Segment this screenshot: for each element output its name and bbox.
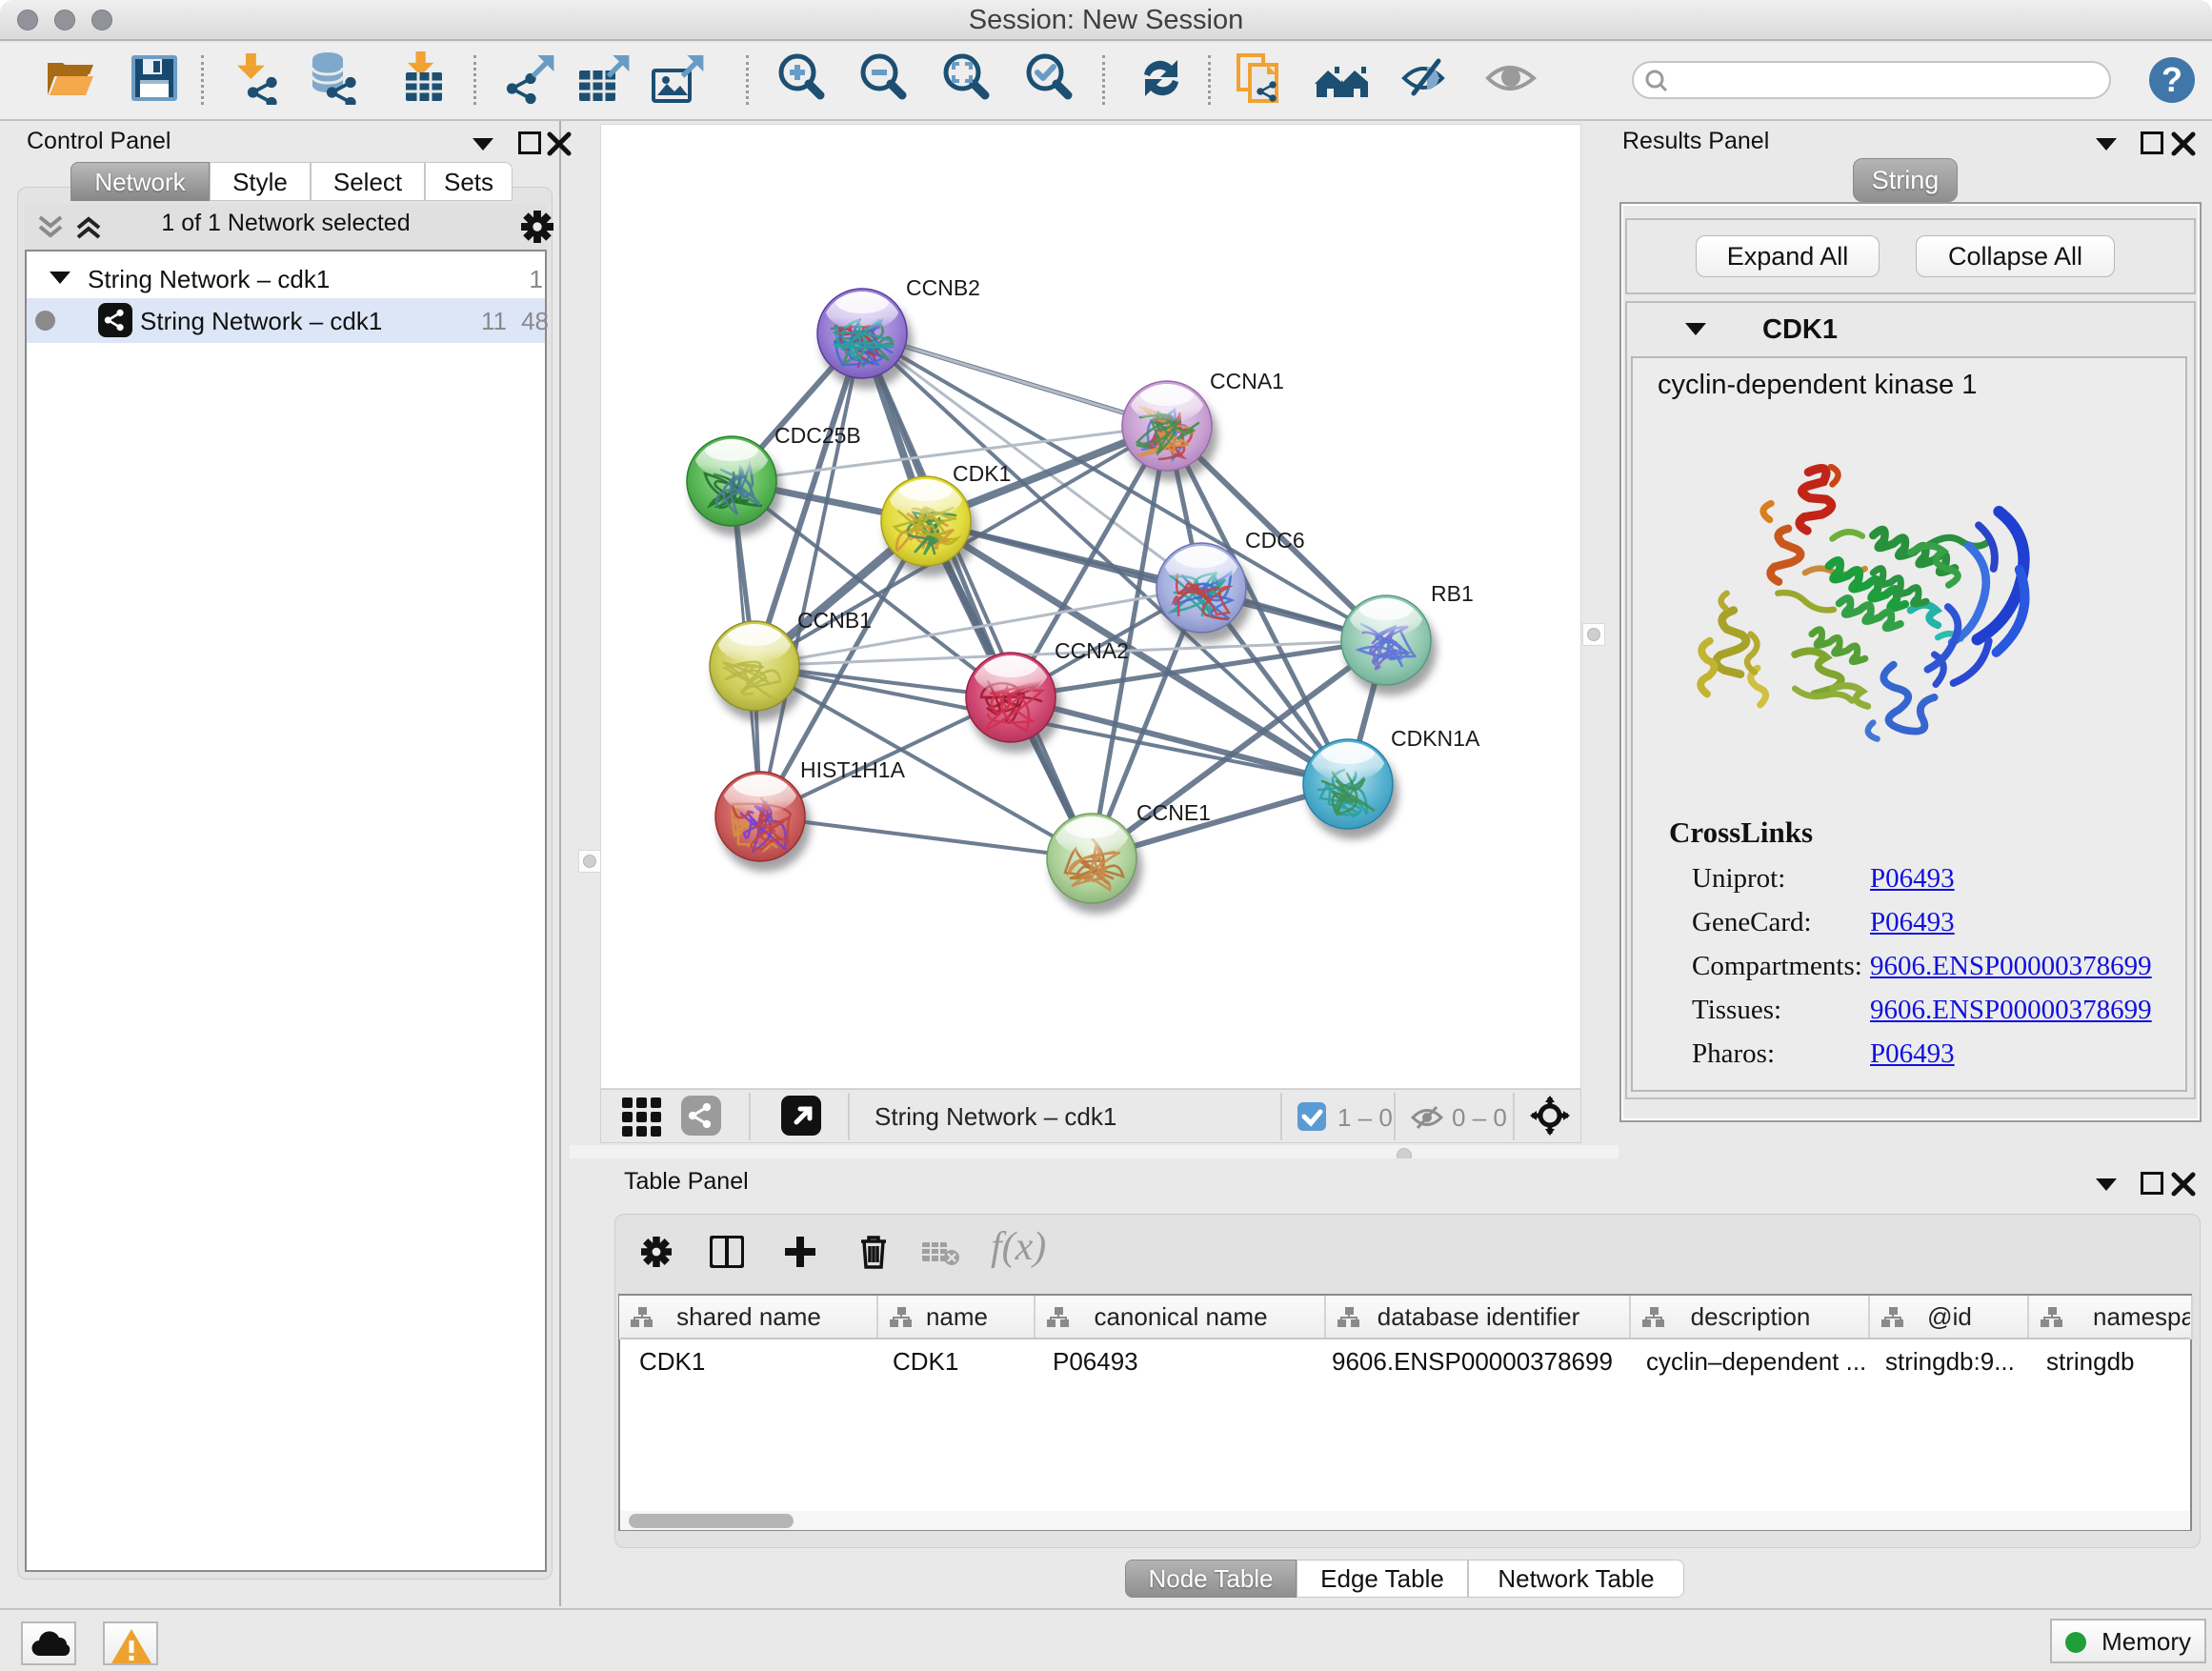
svg-text:CCNA2: CCNA2 bbox=[1055, 638, 1129, 663]
svg-text:RB1: RB1 bbox=[1431, 581, 1474, 606]
svg-text:CCNA1: CCNA1 bbox=[1210, 369, 1284, 393]
svg-text:CCNB2: CCNB2 bbox=[906, 275, 980, 300]
svg-text:?: ? bbox=[2162, 60, 2182, 99]
svg-text:CDK1: CDK1 bbox=[953, 461, 1011, 486]
svg-text:CDC25B: CDC25B bbox=[774, 423, 861, 448]
svg-text:HIST1H1A: HIST1H1A bbox=[800, 757, 906, 782]
svg-text:CDKN1A: CDKN1A bbox=[1391, 726, 1480, 751]
svg-text:CCNB1: CCNB1 bbox=[797, 608, 872, 633]
svg-text:CCNE1: CCNE1 bbox=[1136, 800, 1211, 825]
svg-text:CDC6: CDC6 bbox=[1245, 528, 1305, 553]
